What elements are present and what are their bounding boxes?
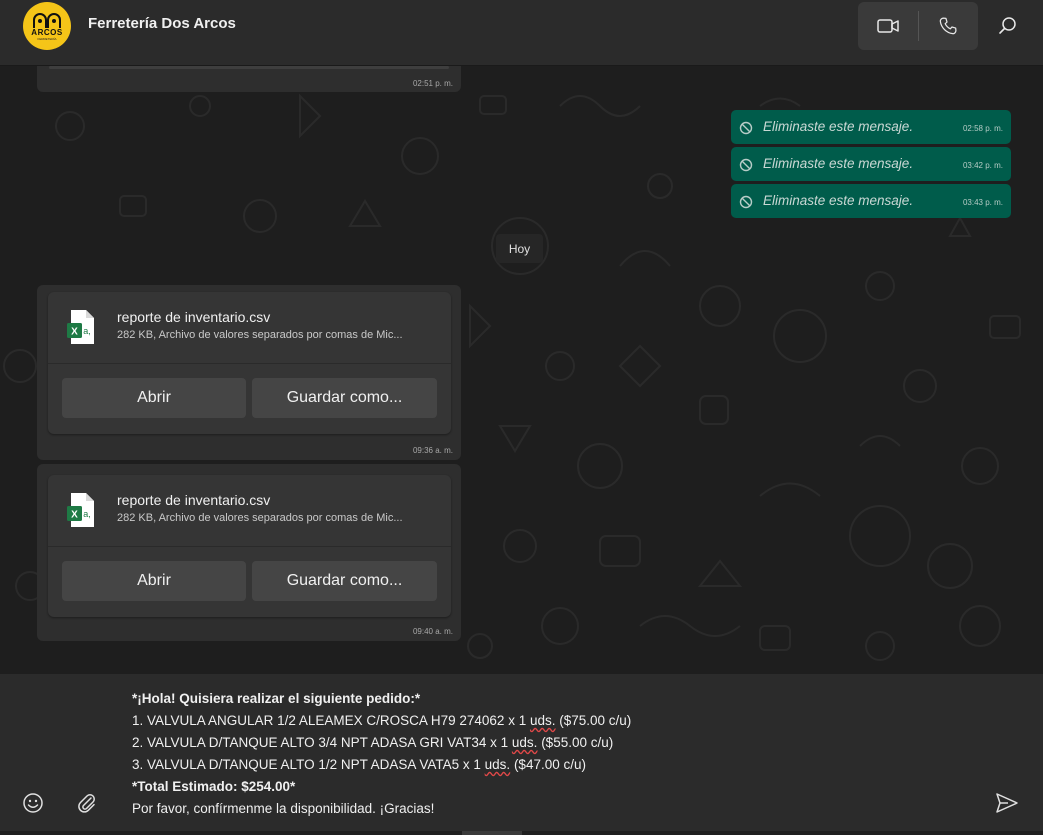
misspelled-word: uds. — [484, 757, 511, 772]
avatar-sub-text: FERRETERÍA — [37, 37, 57, 41]
emoji-icon — [23, 793, 43, 813]
card-divider — [48, 546, 451, 547]
message-list[interactable]: 02:51 p. m. Eliminaste este mensaje. 02:… — [0, 66, 1043, 674]
deleted-message-text: Eliminaste este mensaje. — [763, 156, 914, 171]
paperclip-icon — [78, 794, 95, 813]
composer-text: 2. VALVULA D/TANQUE ALTO 3/4 NPT ADASA G… — [132, 735, 512, 750]
search-button[interactable] — [990, 8, 1026, 44]
attach-button[interactable] — [76, 792, 98, 819]
composer-line[interactable]: *¡Hola! Quisiera realizar el siguiente p… — [132, 691, 420, 706]
card-divider — [48, 363, 451, 364]
file-name: reporte de inventario.csv — [117, 492, 271, 508]
misspelled-word: uds. — [529, 713, 556, 728]
file-meta: 282 KB, Archivo de valores separados por… — [117, 512, 403, 524]
message-time: 02:51 p. m. — [412, 79, 453, 88]
call-buttons — [858, 2, 978, 50]
message-time: 03:42 p. m. — [962, 161, 1003, 170]
save-as-button[interactable]: Guardar como... — [252, 561, 437, 601]
search-icon — [999, 17, 1016, 34]
file-name: reporte de inventario.csv — [117, 309, 271, 325]
voice-call-button[interactable] — [918, 2, 978, 50]
composer-text: ($55.00 c/u) — [537, 735, 614, 750]
day-separator: Hoy — [496, 234, 543, 263]
message-time: 09:40 a. m. — [412, 627, 453, 636]
composer-line[interactable]: 3. VALVULA D/TANQUE ALTO 1/2 NPT ADASA V… — [132, 757, 586, 772]
send-icon — [996, 793, 1018, 813]
save-as-button[interactable]: Guardar como... — [252, 378, 437, 418]
blocked-icon — [739, 195, 753, 209]
composer-text: 3. VALVULA D/TANQUE ALTO 1/2 NPT ADASA V… — [132, 757, 485, 772]
blocked-icon — [739, 121, 753, 135]
arches-logo-icon — [33, 13, 61, 28]
resize-handle[interactable] — [462, 831, 522, 835]
deleted-message-text: Eliminaste este mensaje. — [763, 119, 914, 134]
file-meta: 282 KB, Archivo de valores separados por… — [117, 329, 403, 341]
deleted-message-bubble[interactable]: Eliminaste este mensaje. 02:58 p. m. — [731, 110, 1011, 144]
message-time: 02:58 p. m. — [962, 124, 1003, 133]
svg-text:a,: a, — [83, 326, 91, 336]
svg-text:X: X — [71, 327, 78, 338]
composer-text: ($75.00 c/u) — [555, 713, 632, 728]
blocked-icon — [739, 158, 753, 172]
video-call-button[interactable] — [858, 2, 918, 50]
file-card[interactable]: X a, reporte de inventario.csv 282 KB, A… — [48, 292, 451, 434]
message-bubble-incoming[interactable]: 02:51 p. m. — [37, 66, 461, 92]
open-file-button[interactable]: Abrir — [62, 378, 246, 418]
avatar-brand-text: ARCOS — [31, 28, 63, 37]
composer-bottom-bar — [0, 831, 1043, 835]
truncated-content — [49, 66, 449, 69]
svg-text:a,: a, — [83, 509, 91, 519]
composer-text: 1. VALVULA ANGULAR 1/2 ALEAMEX C/ROSCA H… — [132, 713, 530, 728]
misspelled-word: uds. — [511, 735, 538, 750]
excel-file-icon: X a, — [67, 310, 94, 344]
message-time: 09:36 a. m. — [412, 446, 453, 455]
composer-line[interactable]: 1. VALVULA ANGULAR 1/2 ALEAMEX C/ROSCA H… — [132, 713, 631, 728]
svg-text:X: X — [71, 510, 78, 521]
composer-line[interactable]: 2. VALVULA D/TANQUE ALTO 3/4 NPT ADASA G… — [132, 735, 613, 750]
emoji-button[interactable] — [22, 792, 44, 819]
message-composer[interactable]: *¡Hola! Quisiera realizar el siguiente p… — [0, 674, 1043, 835]
deleted-message-bubble[interactable]: Eliminaste este mensaje. 03:42 p. m. — [731, 147, 1011, 181]
phone-icon — [939, 17, 957, 35]
send-button[interactable] — [995, 792, 1019, 819]
message-time: 03:43 p. m. — [962, 198, 1003, 207]
open-file-button[interactable]: Abrir — [62, 561, 246, 601]
composer-line[interactable]: *Total Estimado: $254.00* — [132, 779, 295, 794]
contact-name[interactable]: Ferretería Dos Arcos — [88, 15, 236, 32]
excel-file-icon: X a, — [67, 493, 94, 527]
chat-header: ARCOS FERRETERÍA Ferretería Dos Arcos — [0, 0, 1043, 66]
deleted-message-text: Eliminaste este mensaje. — [763, 193, 914, 208]
composer-text: ($47.00 c/u) — [510, 757, 586, 772]
video-camera-icon — [877, 19, 899, 33]
contact-avatar[interactable]: ARCOS FERRETERÍA — [23, 2, 71, 50]
composer-line[interactable]: Por favor, confírmenme la disponibilidad… — [132, 801, 434, 816]
file-card[interactable]: X a, reporte de inventario.csv 282 KB, A… — [48, 475, 451, 617]
deleted-message-bubble[interactable]: Eliminaste este mensaje. 03:43 p. m. — [731, 184, 1011, 218]
